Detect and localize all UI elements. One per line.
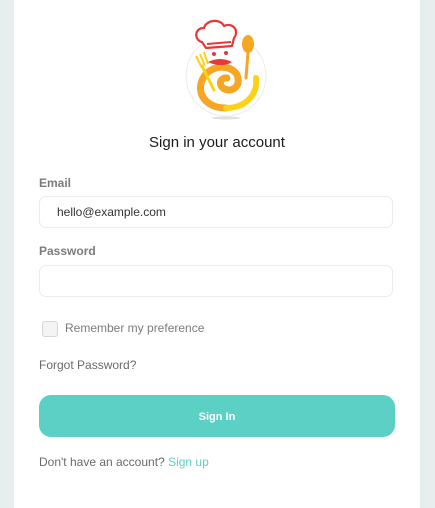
signup-link[interactable]: Sign up: [168, 455, 209, 469]
login-card: Sign in your account Email Password Reme…: [14, 0, 420, 508]
email-field[interactable]: [39, 196, 393, 228]
forgot-password-link[interactable]: Forgot Password?: [39, 358, 136, 372]
sign-in-button[interactable]: Sign In: [39, 395, 395, 437]
password-label: Password: [39, 244, 96, 258]
password-field[interactable]: [39, 265, 393, 297]
remember-label[interactable]: Remember my preference: [65, 321, 204, 335]
page-title: Sign in your account: [149, 134, 285, 151]
remember-checkbox[interactable]: [42, 321, 58, 337]
chef-logo-icon: [180, 16, 272, 120]
signup-prompt-text: Don't have an account?: [39, 455, 165, 469]
signup-prompt: Don't have an account? Sign up: [39, 455, 209, 469]
email-label: Email: [39, 176, 72, 190]
